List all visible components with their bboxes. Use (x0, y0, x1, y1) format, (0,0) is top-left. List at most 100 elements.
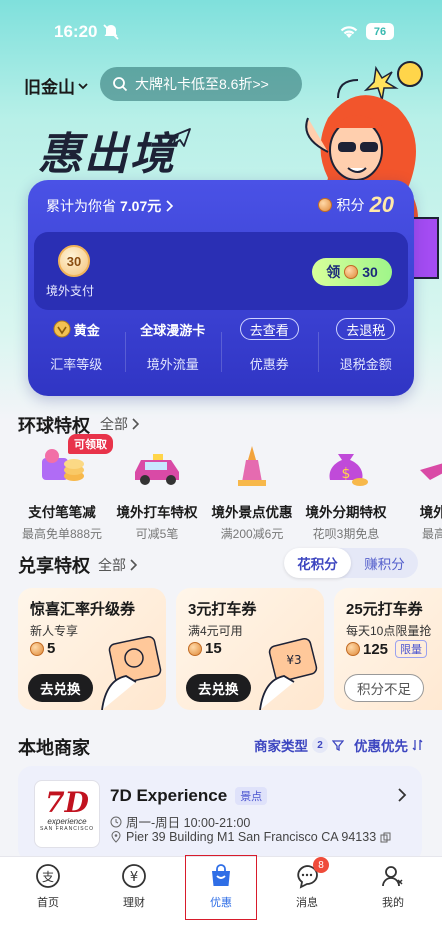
global-privileges-more[interactable]: 全部 (100, 414, 139, 434)
chevron-right-icon (130, 559, 137, 571)
claimable-tag: 可领取 (68, 434, 113, 454)
nav-home[interactable]: 支 首页 (18, 863, 78, 910)
search-placeholder: 大牌礼卡低至8.6折>> (135, 76, 269, 92)
nav-profile[interactable]: 我的 (363, 863, 423, 910)
nav-messages[interactable]: 消息 (277, 863, 337, 910)
coupon-subtitle: 满4元可用 (188, 624, 243, 638)
chevron-right-icon (166, 200, 174, 212)
coupon-card[interactable]: 3元打车券 满4元可用 15 ¥3 去兑换 (176, 588, 324, 710)
tax-refund-button[interactable]: 去退税 (336, 318, 396, 340)
exchange-privileges-title: 兑享特权 (18, 556, 90, 576)
status-time: 16:20 (54, 22, 98, 41)
coupon-title: 惊喜汇率升级券 (30, 601, 136, 618)
coupon-cost: 15 (188, 640, 222, 657)
global-privileges-list: 支付笔笔减 最高免单888元 境外打车特权 可减5笔 境外景点优惠 满200减6… (0, 442, 442, 542)
coupon-card[interactable]: 惊喜汇率升级券 新人专享 5 去兑换 (18, 588, 166, 710)
privilege-name: 境外分期特权 (305, 505, 387, 520)
limited-tag: 限量 (395, 640, 428, 658)
gold-medal-icon (53, 320, 71, 338)
stat-coupons[interactable]: 去查看 优惠券 (221, 318, 318, 388)
insufficient-points-button[interactable]: 积分不足 (344, 674, 424, 702)
points-summary[interactable]: 积分 20 (317, 192, 394, 218)
coupon-cost: 5 (30, 640, 55, 657)
money-bag-icon: $ (329, 454, 368, 486)
savings-card: 累计为你省 7.07元 积分 20 30 境外支付 领 30 黄金 汇率等级 全… (28, 180, 414, 396)
merchant-card[interactable]: 7D experience SAN FRANCISCO 7D Experienc… (18, 766, 422, 862)
location-pin-icon (111, 831, 121, 843)
hero-title: 惠出境 (38, 129, 176, 180)
privilege-payment-discount[interactable]: 支付笔笔减 最高免单888元 (10, 442, 114, 542)
plane-ticket-icon (420, 463, 442, 480)
savings-summary[interactable]: 累计为你省 7.07元 (46, 196, 174, 216)
tab-spend-points[interactable]: 花积分 (284, 548, 351, 578)
more-label: 全部 (98, 557, 126, 573)
redeem-button[interactable]: 去兑换 (186, 674, 251, 702)
privilege-desc: 满200减6元 (220, 527, 284, 541)
stat-bottom-label: 境外流量 (146, 357, 199, 372)
view-coupons-button[interactable]: 去查看 (239, 318, 299, 340)
tab-earn-points[interactable]: 赚积分 (351, 548, 418, 578)
privilege-installment[interactable]: $ 境外分期特权 花呗3期免息 (294, 442, 398, 542)
privilege-flight[interactable]: 境外机 最高立 (388, 442, 442, 542)
local-merchants-title: 本地商家 (18, 738, 90, 758)
privilege-attractions[interactable]: 境外景点优惠 满200减6元 (200, 442, 304, 542)
filter-count-badge: 2 (312, 737, 328, 753)
privilege-name: 支付笔笔减 (28, 505, 96, 520)
coupon-card[interactable]: 25元打车券 每天10点限量抢 125 限量 积分不足 (334, 588, 442, 710)
coupon-title: 25元打车券 (346, 601, 423, 618)
hand-coupon-icon: ¥3 (259, 637, 318, 710)
search-icon (113, 77, 128, 92)
points-tabs: 花积分 赚积分 (284, 548, 418, 578)
copy-icon[interactable] (380, 832, 391, 843)
privilege-name: 境外机 (419, 505, 442, 520)
coupon-cost-value: 125 (363, 640, 389, 658)
coin-icon (188, 641, 202, 656)
wifi-icon (340, 26, 358, 38)
privilege-taxi[interactable]: 境外打车特权 可减5笔 (105, 442, 209, 542)
svg-text:¥3: ¥3 (286, 653, 301, 667)
yen-coin-icon: ¥ (122, 864, 146, 888)
coupon-title: 3元打车券 (188, 601, 257, 618)
coin-icon (317, 198, 332, 212)
address-text: Pier 39 Building M1 San Francisco CA 941… (126, 830, 377, 844)
stat-top-label: 全球漫游卡 (140, 322, 206, 338)
coupon-cost-value: 5 (47, 640, 56, 657)
chevron-down-icon (78, 82, 88, 89)
nav-label: 我的 (382, 897, 404, 909)
battery-indicator: 76 (366, 23, 394, 40)
stat-top-label: 黄金 (73, 322, 100, 338)
screen: 16:20 76 旧金山 大牌礼卡低至8.6折>> 惠出境 累计为你省 7.07… (0, 0, 442, 943)
privilege-desc: 可减5笔 (135, 527, 179, 541)
airplane-icon (167, 128, 191, 147)
coupon-subtitle: 新人专享 (30, 624, 79, 638)
merchant-category-tag: 景点 (235, 787, 268, 805)
overseas-payment-label: 境外支付 (46, 284, 95, 298)
exchange-privileges-more[interactable]: 全部 (98, 555, 137, 575)
merchant-type-filter[interactable]: 商家类型 (254, 735, 308, 755)
claim-points-button[interactable]: 领 30 (312, 258, 392, 286)
user-profile-icon (382, 866, 403, 887)
privilege-desc: 花呗3期免息 (312, 527, 380, 541)
city-selector[interactable]: 旧金山 (24, 73, 88, 98)
stat-exchange-rate-level[interactable]: 黄金 汇率等级 (28, 318, 125, 388)
stat-data-roaming[interactable]: 全球漫游卡 境外流量 (124, 318, 222, 388)
nav-label: 首页 (37, 897, 59, 909)
selected-tab-highlight (185, 855, 257, 920)
city-label: 旧金山 (24, 78, 75, 97)
points-label: 积分 (336, 197, 365, 213)
privilege-desc: 最高免单888元 (21, 527, 103, 541)
stat-bottom-label: 退税金额 (339, 357, 392, 372)
stat-tax-refund[interactable]: 去退税 退税金额 (317, 318, 415, 388)
overseas-payment-panel: 30 境外支付 领 30 (34, 232, 408, 310)
chevron-right-icon (132, 418, 139, 430)
stat-bottom-label: 优惠券 (249, 357, 289, 372)
merchant-logo: 7D experience SAN FRANCISCO (34, 780, 100, 848)
coin-icon (344, 265, 359, 279)
nav-wealth[interactable]: ¥ 理财 (104, 863, 164, 910)
redeem-button[interactable]: 去兑换 (28, 674, 93, 702)
coupon-cost: 125 限量 (346, 640, 428, 658)
svg-text:支: 支 (42, 870, 54, 884)
savings-text: 累计为你省 (46, 198, 116, 214)
sort-discount-filter[interactable]: 优惠优先 (354, 735, 408, 755)
filter-icon (332, 740, 344, 751)
